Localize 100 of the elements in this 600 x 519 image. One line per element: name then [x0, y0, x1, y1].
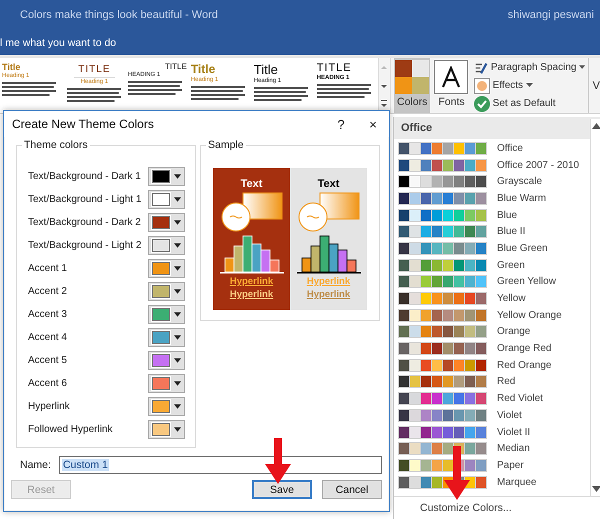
color-picker-button[interactable]: [148, 167, 185, 186]
help-button[interactable]: ?: [325, 116, 357, 132]
name-field[interactable]: Custom 1: [58, 456, 382, 474]
color-picker-button[interactable]: [148, 236, 185, 255]
caret-icon: [174, 358, 181, 363]
font-letter-icon: [434, 60, 468, 94]
theme-button[interactable]: Fonts: [433, 58, 470, 113]
ribbon-command[interactable]: Set as Default: [474, 95, 586, 112]
color-label: Accent 1: [28, 263, 68, 274]
ribbon-label: V: [592, 80, 600, 92]
color-scheme-item[interactable]: Blue II: [394, 223, 590, 240]
caret-icon: [174, 243, 181, 248]
theme-button[interactable]: Colors: [394, 58, 430, 113]
color-picker-button[interactable]: [148, 282, 185, 301]
caret-icon: [174, 404, 181, 409]
color-scheme-item[interactable]: Violet II: [394, 424, 590, 440]
arrow-overlay: [265, 438, 291, 484]
text-lines-drawing: [67, 88, 122, 102]
color-picker-button[interactable]: [148, 397, 185, 416]
color-picker-button[interactable]: [148, 328, 185, 347]
color-scheme-item[interactable]: Red Violet: [394, 390, 590, 407]
caret-icon: [174, 289, 181, 294]
text-lines-drawing: [254, 87, 308, 101]
shapes-drawing: [298, 192, 360, 232]
color-scheme-item[interactable]: Violet: [394, 407, 590, 424]
sample-text: Text: [240, 178, 262, 190]
color-scheme-item[interactable]: Orange Red: [394, 340, 590, 357]
color-scheme-item[interactable]: Yellow Orange: [394, 306, 590, 324]
shapes-drawing: [220, 192, 282, 232]
checkmark-icon: [474, 96, 490, 112]
color-picker-button[interactable]: [148, 420, 185, 439]
color-picker-button[interactable]: [148, 190, 185, 209]
color-label: Accent 4: [28, 332, 68, 343]
color-label: Followed Hyperlink: [28, 424, 114, 435]
color-scheme-item[interactable]: Green: [394, 256, 590, 274]
color-picker-button[interactable]: [148, 259, 185, 278]
caret-icon: [174, 312, 181, 317]
close-button[interactable]: ×: [357, 116, 389, 132]
sample-text: Text: [318, 178, 340, 190]
color-scheme-item[interactable]: Yellow: [394, 290, 590, 307]
color-scheme-item[interactable]: Grayscale: [394, 173, 590, 190]
color-scheme-item[interactable]: Blue Green: [394, 240, 590, 257]
scrollbar[interactable]: [590, 119, 600, 496]
ribbon-command[interactable]: Paragraph Spacing: [474, 59, 586, 76]
color-picker-button[interactable]: [148, 351, 185, 370]
arrow-overlay: [444, 446, 470, 500]
dialog-button[interactable]: Cancel: [322, 480, 382, 499]
caret-icon: [174, 427, 181, 432]
caret-icon: [174, 335, 181, 340]
color-scheme-item[interactable]: Red: [394, 374, 590, 390]
color-scheme-item[interactable]: Office: [394, 140, 590, 157]
color-scheme-item[interactable]: Office 2007 - 2010: [394, 156, 590, 174]
dialog-title: Create New Theme Colors: [12, 117, 155, 131]
caret-icon: [174, 197, 181, 202]
sample-hyperlink: Hyperlink: [306, 276, 350, 287]
scroll-up-icon[interactable]: [592, 123, 600, 129]
color-scheme-item[interactable]: Orange: [394, 324, 590, 340]
color-label: Text/Background - Light 2: [28, 240, 142, 251]
sample-followed-hyperlink: Hyperlink: [230, 289, 274, 300]
sample-hyperlink: Hyperlink: [230, 276, 274, 287]
color-label: Hyperlink: [28, 401, 71, 412]
effects-icon: [474, 78, 490, 94]
color-scheme-item[interactable]: Blue: [394, 206, 590, 224]
caret-icon: [174, 220, 181, 225]
dialog-button[interactable]: Save: [252, 480, 312, 499]
color-scheme-item[interactable]: Paper: [394, 457, 590, 474]
sample-followed-hyperlink: Hyperlink: [306, 289, 350, 300]
text-lines-drawing: [190, 86, 245, 100]
color-picker-button[interactable]: [148, 213, 185, 232]
caret-icon: [526, 83, 534, 88]
color-label: Accent 6: [28, 378, 68, 389]
color-scheme-item[interactable]: Red Orange: [394, 356, 590, 374]
color-label: Text/Background - Dark 1: [28, 171, 142, 182]
ribbon-command[interactable]: Effects: [474, 77, 586, 94]
tell-me-search[interactable]: l me what you want to do: [0, 36, 116, 48]
scroll-down-icon[interactable]: [592, 486, 600, 492]
color-label: Text/Background - Dark 2: [28, 217, 142, 228]
color-scheme-item[interactable]: Blue Warm: [394, 190, 590, 207]
color-squares-icon: [395, 60, 430, 94]
color-picker-button[interactable]: [148, 305, 185, 324]
group-label: Theme colors: [22, 139, 90, 151]
color-label: Accent 2: [28, 286, 68, 297]
color-label: Accent 5: [28, 355, 68, 366]
color-scheme-item[interactable]: Green Yellow: [394, 274, 590, 290]
color-label: Text/Background - Light 1: [28, 194, 142, 205]
name-label: Name:: [20, 459, 51, 471]
color-picker-button[interactable]: [148, 374, 185, 393]
menu-section-header: Office: [394, 117, 600, 139]
window-title: Colors make things look beautiful - Word: [20, 9, 218, 21]
bar-chart-drawing: [296, 234, 360, 274]
color-scheme-item[interactable]: Median: [394, 440, 590, 458]
text-lines-drawing: [128, 81, 182, 95]
text-lines-drawing: [2, 82, 56, 96]
caret-icon: [174, 266, 181, 271]
color-label: Accent 3: [28, 309, 68, 320]
text-lines-drawing: [316, 84, 371, 98]
bar-chart-drawing: [220, 234, 284, 274]
user-name: shiwangi peswani: [508, 9, 594, 21]
caret-icon: [174, 174, 181, 179]
caret-icon: [174, 381, 181, 386]
